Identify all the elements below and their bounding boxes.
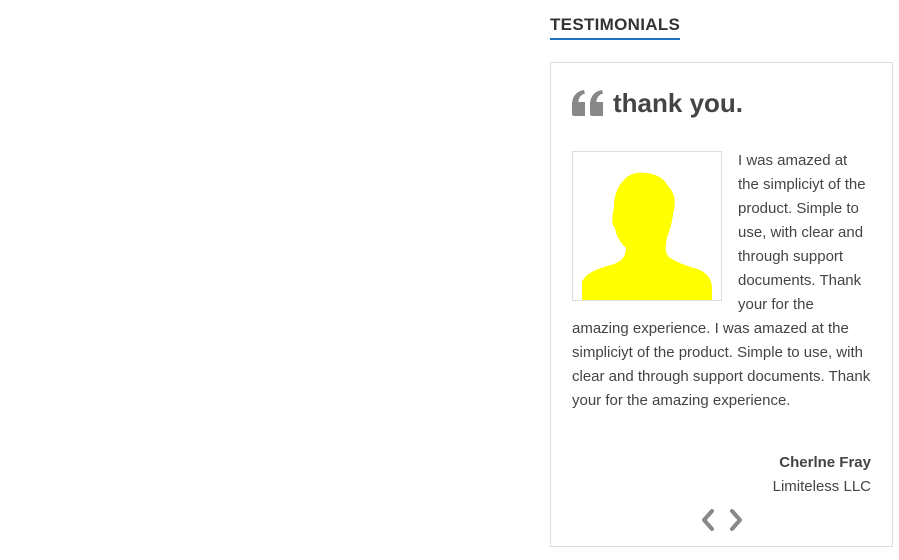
testimonial-body: I was amazed at the simpliciyt of the pr… bbox=[572, 149, 872, 413]
testimonial-card: thank you. I was amazed at the simpliciy… bbox=[550, 62, 893, 547]
chevron-right-icon bbox=[730, 509, 742, 531]
author-company: Limiteless LLC bbox=[772, 478, 871, 495]
author-photo bbox=[572, 151, 722, 301]
author-name: Cherlne Fray bbox=[779, 454, 871, 471]
widget-title: TESTIMONIALS bbox=[550, 15, 681, 40]
next-button[interactable] bbox=[727, 507, 745, 533]
testimonial-heading: thank you. bbox=[613, 88, 744, 118]
carousel-nav bbox=[699, 507, 745, 533]
testimonial-header: thank you. bbox=[572, 87, 743, 119]
quote-icon bbox=[572, 90, 603, 116]
testimonial-author: Cherlne Fray Limiteless LLC bbox=[773, 451, 871, 499]
person-silhouette-icon bbox=[582, 172, 712, 300]
prev-button[interactable] bbox=[699, 507, 717, 533]
chevron-left-icon bbox=[702, 509, 714, 531]
